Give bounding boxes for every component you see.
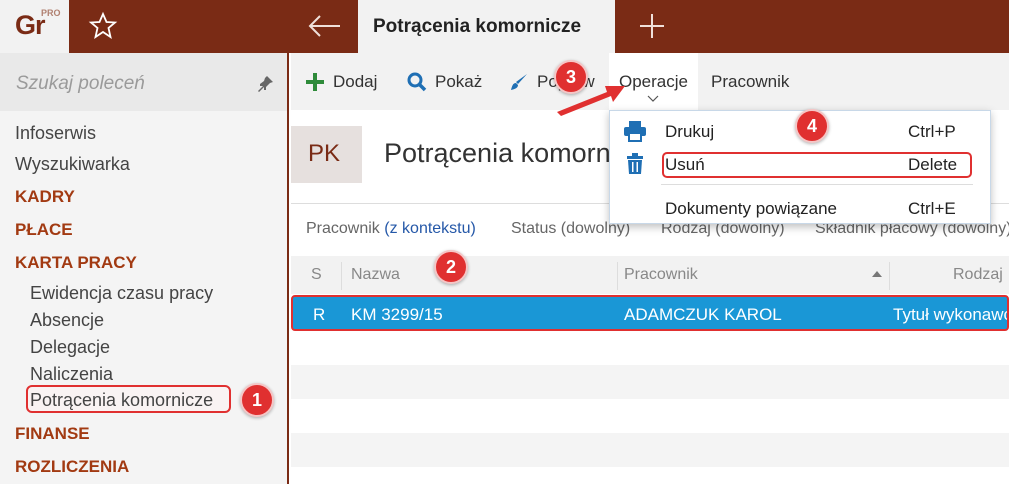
- employee-label: Pracownik: [711, 71, 790, 91]
- table-row-empty: [291, 433, 1009, 467]
- page-badge-text: PK: [308, 140, 341, 167]
- logo-pro-badge: PRO: [41, 8, 61, 18]
- pin-icon[interactable]: [255, 74, 275, 94]
- favorites-star-icon[interactable]: [88, 11, 118, 41]
- callout-marker-3: 3: [554, 60, 588, 94]
- menu-separator: [661, 184, 973, 185]
- sidebar-section-kadry[interactable]: KADRY: [15, 187, 75, 207]
- column-header-rodzaj[interactable]: Rodzaj: [953, 266, 1003, 284]
- tab-label: Potrącenia komornicze: [373, 16, 582, 37]
- column-separator: [889, 262, 890, 290]
- sidebar-section-finanse[interactable]: FINANSE: [15, 424, 90, 444]
- sort-ascending-icon[interactable]: [871, 270, 883, 278]
- trash-icon: [627, 153, 643, 174]
- sidebar-item-naliczenia[interactable]: Naliczenia: [30, 364, 113, 385]
- menu-label-related: Dokumenty powiązane: [665, 199, 837, 218]
- menu-item-related-documents[interactable]: Dokumenty powiązane Ctrl+E: [610, 194, 990, 224]
- filter-employee-value: (z kontekstu): [384, 220, 476, 237]
- menu-item-delete[interactable]: Usuń Delete: [610, 150, 990, 180]
- sidebar-item-potracenia[interactable]: Potrącenia komornicze: [30, 390, 213, 411]
- column-header-pracownik[interactable]: Pracownik: [624, 266, 698, 284]
- plus-icon: [306, 72, 324, 91]
- show-label: Pokaż: [435, 71, 483, 91]
- sidebar-item-ewidencja[interactable]: Ewidencja czasu pracy: [30, 283, 213, 304]
- filter-employee-label: Pracownik: [306, 220, 380, 237]
- callout-marker-2: 2: [434, 250, 468, 284]
- sidebar-item-absencje[interactable]: Absencje: [30, 310, 104, 331]
- column-separator: [617, 262, 618, 290]
- filter-employee[interactable]: Pracownik (z kontekstu): [306, 220, 476, 238]
- page-badge: PK: [291, 126, 362, 183]
- menu-shortcut-print: Ctrl+P: [908, 122, 956, 141]
- table-row-empty: [291, 331, 1009, 365]
- callout-marker-4: 4: [795, 109, 829, 143]
- sidebar-section-place[interactable]: PŁACE: [15, 220, 73, 240]
- cell-status: R: [313, 305, 326, 324]
- app-logo[interactable]: Gr PRO: [0, 0, 69, 53]
- chevron-down-icon: [647, 95, 659, 102]
- add-button[interactable]: Dodaj: [305, 53, 377, 110]
- sidebar-item-wyszukiwarka[interactable]: Wyszukiwarka: [15, 154, 130, 175]
- new-tab-plus-icon[interactable]: [636, 10, 668, 42]
- magnifier-icon: [407, 72, 427, 91]
- search-input[interactable]: [16, 73, 236, 95]
- sidebar-section-karta-pracy[interactable]: KARTA PRACY: [15, 253, 137, 273]
- show-button[interactable]: Pokaż: [407, 53, 482, 110]
- cell-employee: ADAMCZUK KAROL: [624, 305, 782, 324]
- menu-label-print: Drukuj: [665, 122, 715, 141]
- cell-name: KM 3299/15: [351, 305, 443, 324]
- menu-label-delete: Usuń: [665, 155, 705, 174]
- operations-label: Operacje: [619, 72, 688, 91]
- sidebar-item-infoserwis[interactable]: Infoserwis: [15, 123, 96, 144]
- menu-shortcut-delete: Delete: [908, 155, 958, 174]
- column-separator: [341, 262, 342, 290]
- top-bar: Gr PRO Potrącenia komornicze: [0, 0, 1009, 53]
- toolbar: Dodaj Pokaż Popraw Operacje Pracownik: [291, 53, 1009, 110]
- sidebar-item-delegacje[interactable]: Delegacje: [30, 337, 110, 358]
- column-header-s[interactable]: S: [311, 266, 322, 284]
- sidebar-section-rozliczenia[interactable]: ROZLICZENIA: [15, 457, 129, 477]
- tab-potracenia-komornicze[interactable]: Potrącenia komornicze: [358, 0, 615, 53]
- back-arrow-icon[interactable]: [306, 10, 342, 42]
- cell-kind: Tytuł wykonawczy: [893, 305, 1007, 324]
- callout-marker-1: 1: [240, 383, 274, 417]
- table-header: S Nazwa Pracownik Rodzaj: [291, 256, 1009, 294]
- column-header-nazwa[interactable]: Nazwa: [351, 266, 400, 284]
- sidebar: Infoserwis Wyszukiwarka KADRY PŁACE KART…: [0, 53, 289, 484]
- table-row-empty: [291, 365, 1009, 399]
- search-area: [0, 53, 287, 111]
- printer-icon: [624, 121, 646, 142]
- table-row[interactable]: R KM 3299/15 ADAMCZUK KAROL Tytuł wykona…: [291, 295, 1009, 331]
- employee-button[interactable]: Pracownik: [711, 53, 789, 110]
- menu-shortcut-related: Ctrl+E: [908, 199, 956, 218]
- add-label: Dodaj: [333, 71, 378, 91]
- brush-icon: [511, 73, 527, 90]
- table-row-empty: [291, 399, 1009, 433]
